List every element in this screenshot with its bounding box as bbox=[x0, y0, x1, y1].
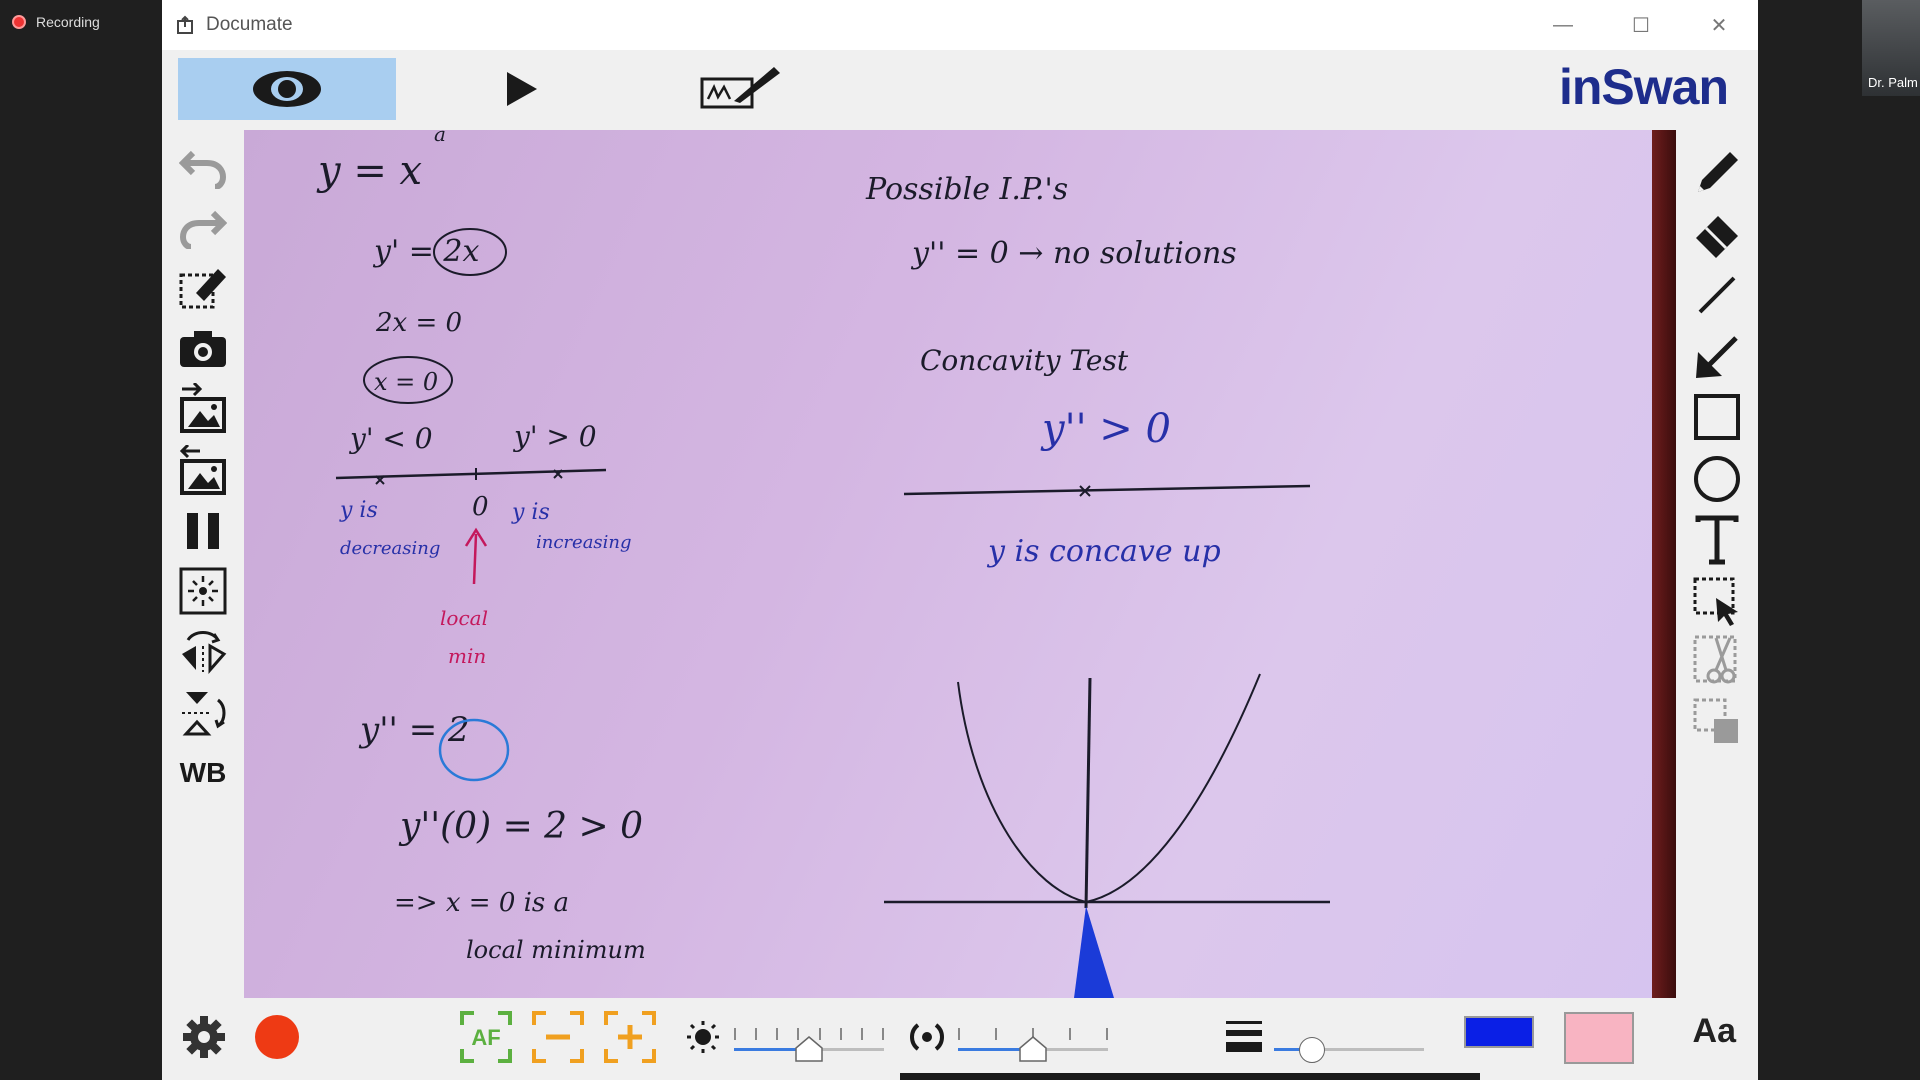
taskbar-strip bbox=[900, 1073, 1480, 1080]
undo-icon bbox=[179, 150, 227, 189]
record-button[interactable] bbox=[246, 1008, 308, 1066]
brightness-thumb[interactable] bbox=[795, 1036, 823, 1062]
text-tool[interactable] bbox=[1686, 510, 1748, 572]
snapshot-button[interactable] bbox=[172, 318, 234, 380]
eye-icon bbox=[253, 71, 321, 107]
rectangle-icon bbox=[1694, 394, 1740, 440]
preview-mode-button[interactable] bbox=[178, 58, 396, 120]
pause-icon bbox=[187, 513, 219, 549]
close-button[interactable]: ✕ bbox=[1680, 0, 1758, 50]
line-icon bbox=[1698, 276, 1736, 314]
pause-button[interactable] bbox=[172, 500, 234, 562]
camera-icon bbox=[180, 331, 226, 367]
scissors-icon bbox=[1693, 635, 1737, 684]
selection-cursor-icon bbox=[1693, 577, 1738, 626]
cut-tool[interactable] bbox=[1686, 630, 1748, 692]
af-label: AF bbox=[471, 1025, 500, 1050]
handwritten-drawings bbox=[335, 228, 1330, 998]
exposure-slider[interactable] bbox=[958, 1028, 1108, 1062]
right-toolbar bbox=[1676, 130, 1758, 1000]
select-tool[interactable] bbox=[1686, 570, 1748, 632]
window-controls: — ☐ ✕ bbox=[1524, 0, 1758, 50]
exposure-icon bbox=[910, 1023, 944, 1051]
clear-annotations-button[interactable] bbox=[172, 256, 234, 318]
documate-window: Documate — ☐ ✕ inSwan WB y = x a y' = 2x… bbox=[162, 0, 1758, 1080]
participant-video[interactable]: Dr. Palm bbox=[1862, 0, 1920, 96]
minimize-button[interactable]: — bbox=[1524, 0, 1602, 50]
pen-color-swatch[interactable] bbox=[1464, 1016, 1534, 1048]
maximize-button[interactable]: ☐ bbox=[1602, 0, 1680, 50]
undo-button[interactable] bbox=[172, 136, 234, 198]
image-import-icon bbox=[180, 383, 226, 433]
recording-indicator[interactable]: Recording bbox=[12, 14, 100, 30]
eraser-icon bbox=[1696, 216, 1738, 258]
participant-name: Dr. Palm bbox=[1868, 75, 1918, 90]
inswan-logo: inSwan bbox=[1558, 59, 1729, 115]
zoom-out-button[interactable] bbox=[528, 1008, 588, 1066]
app-icon bbox=[177, 15, 193, 34]
import-image-button[interactable] bbox=[172, 378, 234, 440]
circle-tool[interactable] bbox=[1686, 448, 1748, 510]
whiteboard-button[interactable]: WB bbox=[172, 742, 234, 804]
brightness-slider[interactable] bbox=[734, 1028, 884, 1062]
annotate-pen-icon bbox=[700, 67, 780, 109]
brightness-icon bbox=[687, 1021, 719, 1053]
timer-icon bbox=[179, 567, 227, 615]
erase-selection-icon bbox=[179, 269, 226, 309]
recording-label: Recording bbox=[36, 14, 100, 30]
eraser-tool[interactable] bbox=[1686, 202, 1748, 264]
document-camera-view[interactable]: y = x a y' = 2x 2x = 0 x = 0 y' < 0 y' >… bbox=[244, 130, 1676, 998]
play-icon bbox=[507, 72, 537, 106]
line-width-icon bbox=[1226, 1021, 1262, 1052]
highlight-color-swatch[interactable] bbox=[1564, 1012, 1634, 1064]
mirror-vertical-button[interactable] bbox=[172, 682, 234, 744]
exposure-thumb[interactable] bbox=[1019, 1036, 1047, 1062]
autofocus-icon: AF bbox=[460, 1011, 512, 1063]
line-tool[interactable] bbox=[1686, 264, 1748, 326]
redo-button[interactable] bbox=[172, 196, 234, 258]
zoom-in-icon bbox=[604, 1011, 656, 1063]
window-title: Documate bbox=[206, 14, 293, 35]
settings-button[interactable] bbox=[176, 1008, 232, 1066]
gear-icon bbox=[183, 1016, 225, 1058]
bottom-toolbar: AF Aa bbox=[162, 998, 1758, 1080]
export-image-button[interactable] bbox=[172, 440, 234, 502]
line-width-slider[interactable] bbox=[1274, 1028, 1424, 1063]
line-width-icon-wrap bbox=[1222, 1008, 1266, 1066]
record-icon bbox=[255, 1015, 299, 1059]
text-icon bbox=[1695, 515, 1739, 565]
rectangle-tool[interactable] bbox=[1686, 386, 1748, 448]
arrow-tool[interactable] bbox=[1686, 326, 1748, 388]
circle-icon bbox=[1694, 456, 1740, 502]
left-toolbar: WB bbox=[162, 130, 244, 1000]
play-button[interactable] bbox=[462, 58, 582, 120]
pen-tool[interactable] bbox=[1686, 140, 1748, 202]
mode-toolbar: inSwan bbox=[162, 50, 1758, 128]
recording-dot-icon bbox=[12, 15, 26, 29]
mirror-horizontal-button[interactable] bbox=[172, 620, 234, 682]
zoom-in-button[interactable] bbox=[600, 1008, 660, 1066]
flip-horizontal-icon bbox=[182, 631, 227, 674]
exposure-icon-wrap bbox=[906, 1008, 948, 1066]
arrow-icon bbox=[1696, 336, 1738, 378]
copy-tool[interactable] bbox=[1686, 692, 1748, 754]
annotate-mode-button[interactable] bbox=[672, 58, 812, 120]
time-lapse-button[interactable] bbox=[172, 560, 234, 622]
font-button[interactable]: Aa bbox=[1693, 1012, 1736, 1051]
image-export-icon bbox=[179, 445, 226, 495]
autofocus-button[interactable]: AF bbox=[456, 1008, 516, 1066]
redo-icon bbox=[179, 210, 227, 249]
copy-icon bbox=[1693, 698, 1738, 743]
title-bar: Documate — ☐ ✕ bbox=[162, 0, 1758, 50]
zoom-out-icon bbox=[532, 1011, 584, 1063]
flip-vertical-icon bbox=[182, 692, 226, 736]
brightness-icon-wrap bbox=[682, 1008, 724, 1066]
pencil-icon bbox=[1698, 152, 1738, 192]
line-width-thumb[interactable] bbox=[1298, 1037, 1325, 1063]
